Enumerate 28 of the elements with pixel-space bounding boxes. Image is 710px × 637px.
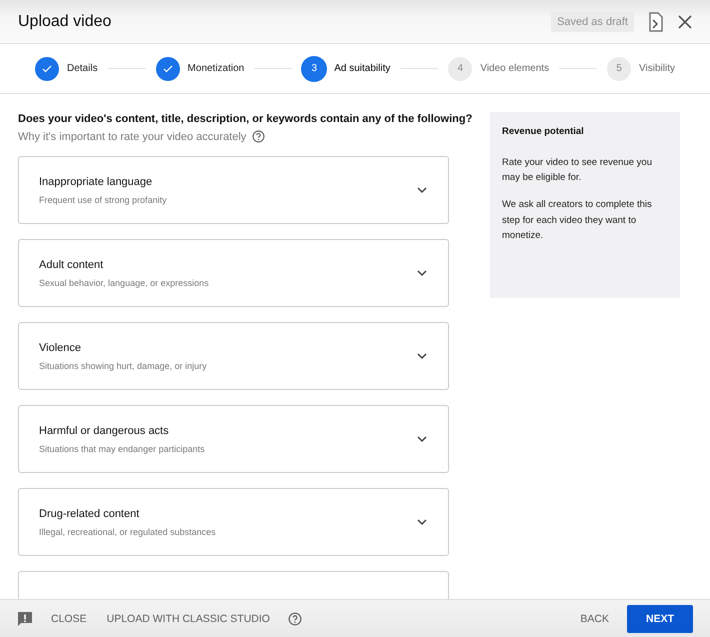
category-card[interactable]: Drug-related content Illegal, recreational, or regulated substances bbox=[18, 488, 449, 556]
category-card[interactable]: Adult content Sexual behavior, language, or expressions bbox=[18, 239, 449, 307]
step-label[interactable]: Ad suitability bbox=[334, 63, 390, 74]
back-button[interactable]: BACK bbox=[578, 608, 611, 628]
step-indicator[interactable]: 3 bbox=[302, 56, 326, 80]
close-button[interactable]: CLOSE bbox=[49, 608, 89, 628]
category-card[interactable]: Inappropriate language Frequent use of strong profanity bbox=[18, 156, 449, 224]
step-indicator[interactable] bbox=[156, 56, 180, 80]
help-icon[interactable] bbox=[252, 130, 266, 143]
step-label[interactable]: Monetization bbox=[188, 63, 244, 74]
step-label[interactable]: Details bbox=[67, 63, 98, 74]
feedback-icon[interactable] bbox=[17, 610, 33, 626]
step-indicator[interactable] bbox=[35, 56, 59, 80]
classic-studio-button[interactable]: UPLOAD WITH CLASSIC STUDIO bbox=[104, 608, 272, 628]
help-link[interactable]: Why it's important to rate your video accurately bbox=[18, 130, 246, 142]
step-label[interactable]: Video elements bbox=[480, 63, 550, 74]
checkmark-icon bbox=[41, 62, 53, 74]
category-card[interactable]: Harmful or dangerous acts Situations that may endanger participants bbox=[18, 405, 449, 473]
question-text: Does your video's content, title, description, or keywords contain any of the following? bbox=[18, 112, 472, 126]
save-status: Saved as draft bbox=[551, 12, 634, 32]
help-icon[interactable] bbox=[288, 612, 302, 626]
checkmark-icon bbox=[162, 62, 174, 74]
side-panel: Revenue potential Rate your video to see revenue you may be eligible for. We ask all creators to complete this step for each video they want to monetize. bbox=[490, 112, 680, 298]
next-button[interactable]: NEXT bbox=[627, 604, 693, 632]
step-label[interactable]: Visibility bbox=[639, 63, 675, 74]
category-card[interactable]: Violence Situations showing hurt, damage, or injury bbox=[18, 322, 449, 390]
close-icon[interactable] bbox=[678, 14, 692, 28]
dialog-title: Upload video bbox=[18, 12, 112, 30]
